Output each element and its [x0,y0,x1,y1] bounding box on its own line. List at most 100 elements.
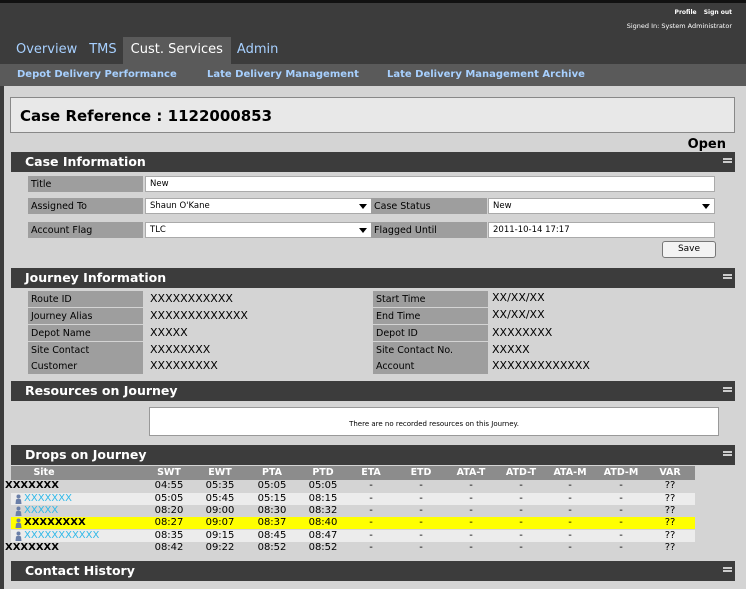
tab-overview[interactable]: Overview [10,37,83,67]
sign-out-link[interactable]: Sign out [704,9,732,16]
drop-cell-etd: - [419,530,423,541]
case-open-status: Open [687,137,726,152]
title-label: Title [28,176,143,192]
table-row[interactable]: XXXXXXX 08:42 09:22 08:52 08:52 - - - - - -?? [5,542,695,554]
journey-information-title: Journey Information [25,270,167,285]
profile-link[interactable]: Profile [675,9,697,16]
drop-cell-etd: - [419,493,423,504]
drop-cell-ptd: 05:05 [308,480,338,491]
journey-information-header[interactable]: Journey Information [11,268,735,288]
drop-cell-ewt: 09:00 [205,505,235,516]
flagged-until-label: Flagged Until [371,222,487,238]
drop-site[interactable]: XXXXXXX [24,493,72,505]
drop-cell-atdm: - [619,505,623,516]
collapse-icon[interactable] [723,387,732,393]
case-reference-title: Case Reference : 1122000853 [20,107,273,125]
drop-cell-atdt: - [519,505,523,516]
subnav-late-delivery-management[interactable]: Late Delivery Management [207,69,359,80]
drop-cell-eta: - [369,517,373,528]
assigned-to-select[interactable]: Shaun O'Kane [145,198,372,214]
person-icon [15,531,22,541]
start-time-label: Start Time [373,291,488,307]
save-button[interactable]: Save [662,241,716,258]
col-site: Site [33,467,55,478]
table-row[interactable]: XXXXXXX 05:05 05:45 05:15 08:15 - - - - - -?? [11,493,695,505]
collapse-icon[interactable] [723,274,732,280]
drop-cell-atam: - [568,493,572,504]
contact-history-header[interactable]: Contact History [11,561,735,581]
route-id-value: XXXXXXXXXXX [150,292,233,305]
drop-cell-ewt: 09:07 [205,517,235,528]
site-contact-label: Site Contact [28,342,143,358]
journey-alias-label: Journey Alias [28,308,143,324]
depot-name-value: XXXXX [150,326,188,339]
subnav-late-delivery-archive[interactable]: Late Delivery Management Archive [387,69,585,80]
end-time-label: End Time [373,308,488,324]
tab-cust-services[interactable]: Cust. Services [122,37,231,67]
end-time-value: XX/XX/XX [492,308,545,321]
drop-cell-atam: - [568,480,572,491]
drop-cell-atat: - [469,530,473,541]
case-status-select[interactable]: New [488,198,715,214]
site-contact-no-label: Site Contact No. [373,342,488,358]
depot-id-value: XXXXXXXX [492,326,553,339]
subnav-depot-delivery-performance[interactable]: Depot Delivery Performance [17,69,177,80]
drop-cell-var: ?? [664,517,676,528]
drop-cell-atat: - [469,480,473,491]
resources-header[interactable]: Resources on Journey [11,381,735,401]
col-etd: ETD [410,467,432,478]
sub-navigation: Depot Delivery Performance Late Delivery… [0,64,746,86]
drop-site[interactable]: XXXXX [24,505,58,517]
account-flag-select[interactable]: TLC [145,222,372,238]
drop-cell-eta: - [369,505,373,516]
drop-cell-etd: - [419,542,423,553]
col-ata-m: ATA-M [553,467,587,478]
resources-panel: There are no recorded resources on this … [149,407,719,436]
drop-cell-var: ?? [664,542,676,553]
drop-site[interactable]: XXXXXXXXXXX [24,530,99,542]
customer-value: XXXXXXXXX [150,359,218,372]
collapse-icon[interactable] [723,451,732,457]
drop-cell-atdm: - [619,542,623,553]
drop-cell-swt: 08:35 [154,530,184,541]
col-ptd: PTD [312,467,334,478]
account-flag-value: TLC [150,225,166,235]
drop-cell-eta: - [369,493,373,504]
table-row[interactable]: XXXXX 08:20 09:00 08:30 08:32 - - - - - -?? [11,505,695,517]
title-input[interactable]: New [145,176,715,192]
drop-cell-atdt: - [519,530,523,541]
flagged-until-input[interactable]: 2011-10-14 17:17 [488,222,715,238]
tab-tms[interactable]: TMS [83,37,122,67]
drops-header[interactable]: Drops on Journey [11,445,735,465]
drop-cell-ewt: 09:22 [205,542,235,553]
drop-cell-ptd: 08:47 [308,530,338,541]
case-information-header[interactable]: Case Information [11,152,735,172]
drop-cell-atam: - [568,530,572,541]
drop-cell-var: ?? [664,480,676,491]
drop-cell-atdm: - [619,530,623,541]
account-label: Account [373,358,488,374]
drop-cell-ewt: 05:35 [205,480,235,491]
drop-cell-atdm: - [619,517,623,528]
drop-site: XXXXXXX [5,480,59,491]
drop-cell-swt: 08:27 [154,517,184,528]
collapse-icon[interactable] [723,567,732,573]
journey-alias-value: XXXXXXXXXXXXX [150,309,248,322]
drop-cell-ewt: 09:15 [205,530,235,541]
drop-cell-pta: 08:37 [257,517,287,528]
table-row[interactable]: XXXXXXXXXXX 08:35 09:15 08:45 08:47 - - - - - -?? [11,530,695,542]
drop-site: XXXXXXX [5,542,59,553]
tab-admin[interactable]: Admin [231,37,284,67]
table-row[interactable]: XXXXXXXX 08:27 09:07 08:37 08:40 - - - - - -?? [11,517,695,529]
drop-cell-pta: 05:15 [257,493,287,504]
person-icon [15,518,22,528]
person-icon [15,494,22,504]
drop-cell-ewt: 05:45 [205,493,235,504]
col-var: VAR [659,467,681,478]
table-row[interactable]: XXXXXXX 04:55 05:35 05:05 05:05 - - - - - -?? [5,480,695,492]
drop-site: XXXXXXXX [24,517,86,528]
case-status-label: Case Status [371,198,487,214]
signed-in-text: Signed In: System Administrator [626,22,732,30]
drop-cell-pta: 08:45 [257,530,287,541]
collapse-icon[interactable] [723,158,732,164]
